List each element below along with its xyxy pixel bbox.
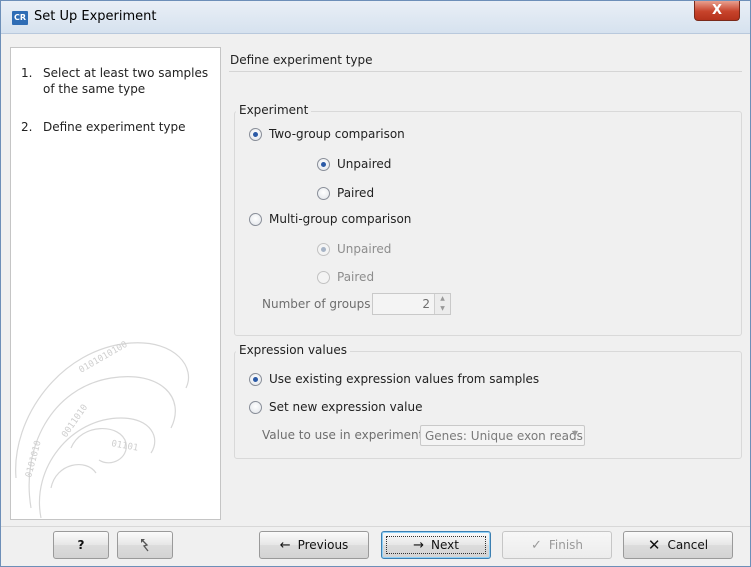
divider (229, 71, 742, 72)
radio-icon (317, 270, 330, 284)
step-label: Select at least two samples of the same … (43, 66, 209, 96)
value-to-use-label: Value to use in experiment (262, 428, 424, 442)
previous-button-label: Previous (297, 538, 349, 552)
two-group-comparison-radio[interactable]: Two-group comparison (249, 126, 405, 142)
use-existing-expression-radio[interactable]: Use existing expression values from samp… (249, 371, 539, 387)
radio-icon (317, 186, 330, 200)
page-title: Define experiment type (230, 53, 373, 67)
svg-text:01101: 01101 (110, 439, 138, 454)
two-group-unpaired-radio[interactable]: Unpaired (317, 156, 391, 172)
radio-label: Use existing expression values from samp… (269, 372, 540, 386)
value-to-use-select[interactable]: Genes: Unique exon reads ▼ (420, 425, 585, 446)
finish-button-label: Finish (548, 538, 584, 552)
svg-text:0101010: 0101010 (24, 440, 43, 479)
next-button[interactable]: → Next (381, 531, 491, 559)
radio-label: Set new expression value (269, 400, 423, 414)
cancel-button[interactable]: ✕ Cancel (623, 531, 733, 559)
step-label: Define experiment type (43, 120, 186, 134)
close-icon: X (711, 3, 723, 18)
svg-text:0101010100: 0101010100 (78, 340, 130, 376)
radio-icon (249, 212, 262, 226)
radio-label: Paired (337, 186, 375, 200)
chevron-down-icon: ▼ (571, 429, 578, 438)
radio-label: Unpaired (337, 242, 392, 256)
radio-icon (317, 242, 330, 256)
check-icon: ✓ (530, 537, 542, 553)
radio-icon (249, 372, 262, 386)
radio-label: Multi-group comparison (269, 212, 412, 226)
number-of-groups-stepper[interactable]: 2 ▲ ▼ (372, 293, 451, 315)
multi-group-unpaired-radio[interactable]: Unpaired (317, 241, 391, 257)
stepper-up-icon[interactable]: ▲ (435, 294, 450, 304)
window-title: Set Up Experiment (34, 9, 157, 24)
finish-button[interactable]: ✓ Finish (502, 531, 612, 559)
step-number: 1. (21, 66, 33, 80)
title-bar: CR Set Up Experiment X (1, 1, 750, 34)
value-to-use-selected: Genes: Unique exon reads (425, 429, 583, 443)
svg-text:0011010: 0011010 (60, 403, 90, 440)
steps-pane: 1. Select at least two samples of the sa… (10, 47, 221, 520)
app-icon: CR (12, 11, 28, 25)
reset-icon (141, 539, 149, 552)
decorative-swirl-logo: 0101010100 0011010 0101010 01101 (15, 340, 190, 519)
previous-button[interactable]: ← Previous (259, 531, 369, 559)
radio-label: Paired (337, 270, 375, 284)
close-x-icon: ✕ (647, 536, 661, 554)
two-group-paired-radio[interactable]: Paired (317, 185, 374, 201)
stepper-arrows[interactable]: ▲ ▼ (434, 294, 450, 314)
multi-group-paired-radio[interactable]: Paired (317, 269, 374, 285)
experiment-group-label: Experiment (236, 103, 312, 117)
bottom-divider (1, 526, 750, 527)
arrow-left-icon: ← (279, 537, 291, 553)
help-icon: ? (77, 538, 85, 552)
number-of-groups-label: Number of groups (262, 297, 371, 311)
setup-experiment-dialog: CR Set Up Experiment X 1. Select at leas… (0, 0, 751, 567)
number-of-groups-value: 2 (422, 297, 430, 311)
step-number: 2. (21, 120, 33, 134)
expression-values-group-label: Expression values (236, 343, 350, 357)
multi-group-comparison-radio[interactable]: Multi-group comparison (249, 211, 411, 227)
radio-label: Unpaired (337, 157, 392, 171)
close-button[interactable]: X (694, 1, 740, 21)
focus-ring (386, 536, 486, 554)
radio-icon (249, 127, 262, 141)
cancel-button-label: Cancel (667, 538, 709, 552)
set-new-expression-radio[interactable]: Set new expression value (249, 399, 422, 415)
radio-label: Two-group comparison (269, 127, 405, 141)
help-button[interactable]: ? (53, 531, 109, 559)
reset-button[interactable] (117, 531, 173, 559)
stepper-down-icon[interactable]: ▼ (435, 304, 450, 314)
radio-icon (317, 157, 330, 171)
radio-icon (249, 400, 262, 414)
